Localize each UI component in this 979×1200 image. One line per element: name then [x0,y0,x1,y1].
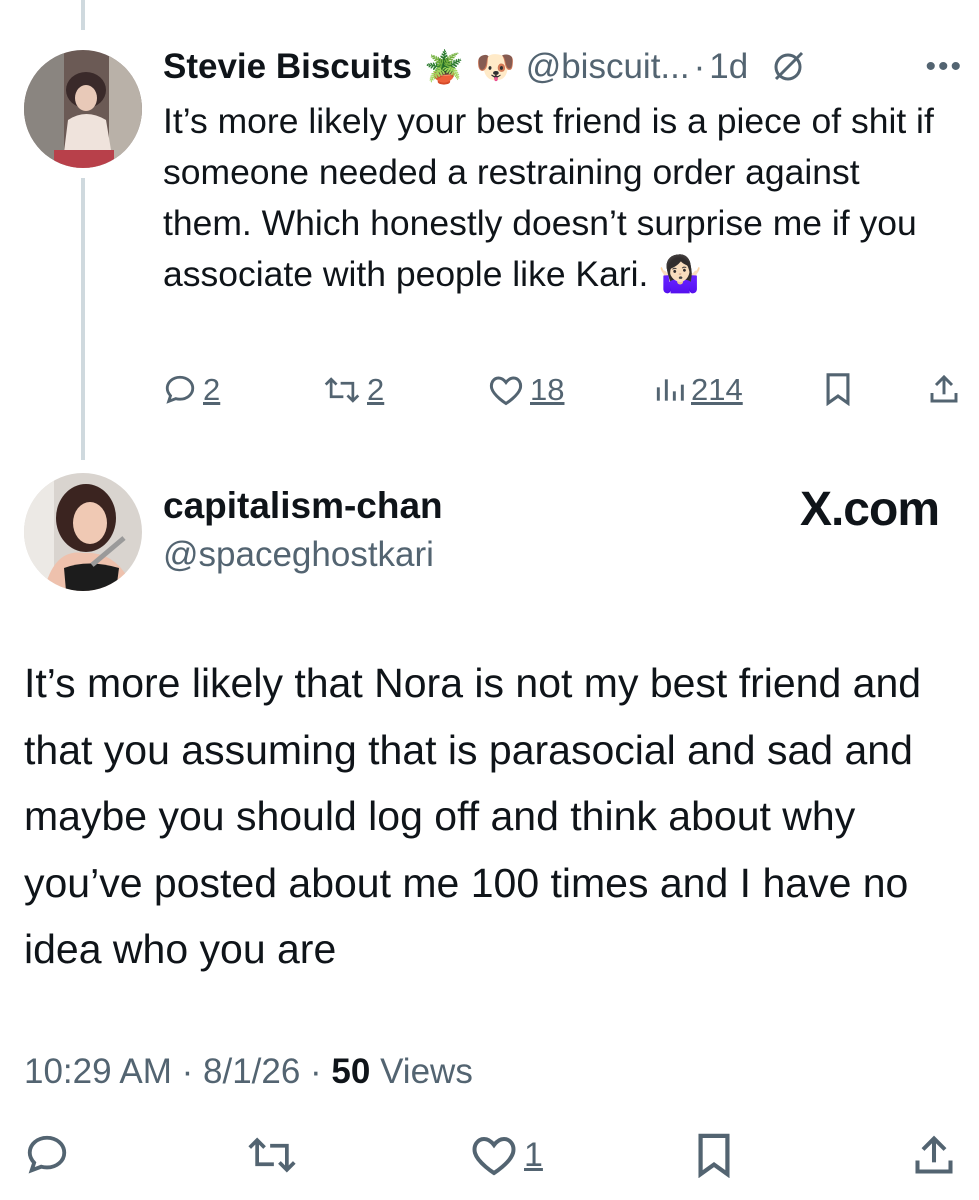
like-button[interactable]: 18 [488,372,564,408]
reply-icon [27,1135,67,1174]
post-text: It’s more likely that Nora is not my bes… [24,660,922,972]
separator: · [693,47,706,86]
post-time[interactable]: 10:29 AM [24,1052,172,1091]
reply-button[interactable]: 2 [163,372,220,408]
meta-separator: · [300,1052,332,1091]
views-icon [656,379,684,401]
author-handle[interactable]: @spaceghostkari [163,535,434,575]
thread-line-top [81,0,85,30]
post-reply-button[interactable] [24,1132,70,1178]
grok-icon[interactable] [770,49,806,85]
reply-action-bar: 2 2 18 214 [163,372,963,422]
reply-avatar[interactable] [24,50,142,168]
post-action-bar: 1 [24,1132,964,1192]
like-icon [472,1136,516,1176]
more-icon[interactable]: ••• [925,50,963,84]
reply-handle[interactable]: @biscuit... [526,47,690,87]
meta-separator: · [171,1052,203,1091]
post-share-button[interactable] [912,1132,956,1178]
share-icon [915,1135,953,1174]
reply-icon [165,375,195,404]
thread-line [81,178,85,460]
post-views-label: Views [380,1052,473,1091]
post-date[interactable]: 8/1/26 [203,1052,300,1091]
bookmark-icon [826,373,850,406]
share-button[interactable] [928,372,960,406]
post-like-count: 1 [524,1135,543,1174]
post-like-button[interactable]: 1 [470,1132,543,1178]
reply-text: It’s more likely your best friend is a p… [163,101,934,294]
like-count: 18 [530,372,565,407]
post-views-count: 50 [331,1052,371,1091]
dog-emoji: 🐶 [475,49,516,85]
repost-icon [248,1137,296,1173]
repost-button[interactable]: 2 [323,372,384,408]
reply-display-name[interactable]: Stevie Biscuits [163,47,412,87]
repost-icon [324,377,360,403]
post-meta: 10:29 AM · 8/1/26 · 50 Views [24,1052,473,1092]
brand-watermark: X.com [799,483,940,536]
repost-count: 2 [367,372,385,407]
views-count: 214 [691,372,743,407]
like-icon [489,376,523,406]
post-bookmark-button[interactable] [694,1132,734,1178]
author-avatar[interactable] [24,473,142,591]
bookmark-icon [698,1133,730,1178]
reply-time[interactable]: 1d [709,47,748,87]
plant-emoji: 🪴 [424,49,464,85]
reply-header: Stevie Biscuits 🪴 🐶 @biscuit... · 1d ••• [163,42,963,92]
share-icon [930,374,958,403]
post-repost-button[interactable] [246,1132,298,1178]
reply-count: 2 [203,372,221,407]
author-display-name[interactable]: capitalism-chan [163,485,443,527]
bookmark-button[interactable] [823,372,853,406]
views-button[interactable]: 214 [653,372,743,408]
